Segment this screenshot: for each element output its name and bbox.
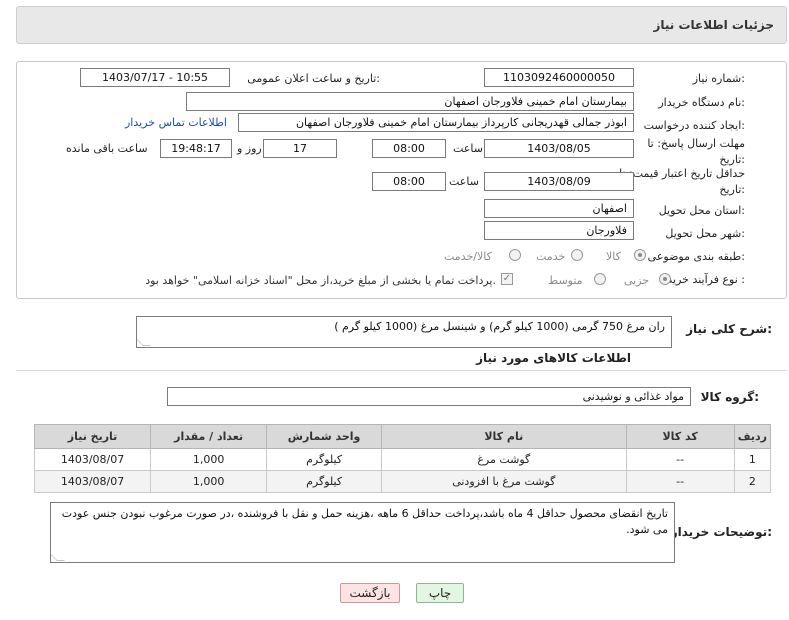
goods-table-header: ردیف کد کالا نام کالا واحد شمارش تعداد /… xyxy=(33,424,772,449)
row-index: 2 xyxy=(733,470,772,493)
city-field[interactable]: فلاورجان xyxy=(484,221,634,240)
category-service-label: خدمت xyxy=(536,250,566,263)
category-goods-radio[interactable] xyxy=(634,249,646,261)
description-textarea[interactable]: ران مرغ 750 گرمی (1000 کیلو گرم) و شینسل… xyxy=(136,316,672,348)
buyer-notes-label: توضیحات خریدار: xyxy=(670,525,772,539)
buyer-notes-text: تاریخ انقضای محصول حداقل 4 ماه باشد،پردا… xyxy=(61,507,668,536)
category-both-label: کالا/خدمت xyxy=(444,250,492,263)
buyer-org-label: نام دستگاه خریدار: xyxy=(658,96,745,109)
deadline-time-field[interactable]: 08:00 xyxy=(372,139,446,158)
process-minor-radio[interactable] xyxy=(659,273,671,285)
description-text: ران مرغ 750 گرمی (1000 کیلو گرم) و شینسل… xyxy=(334,320,665,333)
goods-group-label: گروه کالا: xyxy=(700,390,759,404)
col-code: کد کالا xyxy=(625,424,735,449)
row-date: 1403/08/07 xyxy=(33,470,152,493)
validity-time-field[interactable]: 08:00 xyxy=(372,172,446,191)
row-qty: 1,000 xyxy=(150,448,268,471)
process-minor-label: جزیی xyxy=(624,274,650,287)
col-date: تاریخ نیاز xyxy=(33,424,152,449)
back-button[interactable]: بازگشت xyxy=(340,583,400,603)
need-number-label: شماره نیاز: xyxy=(692,72,745,85)
row-unit: کیلوگرم xyxy=(266,448,383,471)
process-label: نوع فرآیند خرید : xyxy=(667,273,745,286)
col-unit: واحد شمارش xyxy=(266,424,383,449)
remaining-label: ساعت باقی مانده xyxy=(66,142,148,155)
days-field[interactable]: 17 xyxy=(263,139,337,158)
validity-time-label: ساعت xyxy=(449,175,479,188)
buyer-org-field[interactable]: بیمارستان امام خمینی فلاورجان اصفهان xyxy=(186,92,634,111)
category-goods-label: کالا xyxy=(606,250,621,263)
description-label: شرح کلی نیاز: xyxy=(686,322,772,336)
validity-date-field[interactable]: 1403/08/09 xyxy=(484,172,634,191)
section-divider xyxy=(16,370,787,371)
page-title: جزئیات اطلاعات نیاز xyxy=(653,18,774,32)
category-label: طبقه بندی موضوعی: xyxy=(647,250,745,263)
table-row[interactable]: 2 -- گوشت مرغ با افزودنی کیلوگرم 1,000 1… xyxy=(33,470,772,493)
category-service-radio[interactable] xyxy=(571,249,583,261)
requester-label: ایجاد کننده درخواست: xyxy=(643,119,745,132)
resize-grip-icon[interactable] xyxy=(137,338,151,346)
treasury-payment-checkbox[interactable]: ✓ xyxy=(501,273,513,285)
row-code: -- xyxy=(625,470,735,493)
validity-label: حداقل تاریخ اعتبار قیمت: تا تاریخ: xyxy=(619,167,745,196)
row-code: -- xyxy=(625,448,735,471)
col-row: ردیف xyxy=(733,424,772,449)
row-date: 1403/08/07 xyxy=(33,448,152,471)
announce-date-field[interactable]: 1403/07/17 - 10:55 xyxy=(80,68,230,87)
requester-field[interactable]: ابوذر جمالی قهدریجانی کارپرداز بیمارستان… xyxy=(238,113,634,132)
row-name: گوشت مرغ xyxy=(381,448,627,471)
announce-date-label: تاریخ و ساعت اعلان عمومی: xyxy=(247,72,380,85)
row-index: 1 xyxy=(733,448,772,471)
row-name: گوشت مرغ با افزودنی xyxy=(381,470,627,493)
buyer-notes-textarea[interactable]: تاریخ انقضای محصول حداقل 4 ماه باشد،پردا… xyxy=(50,502,675,563)
page-header: جزئیات اطلاعات نیاز xyxy=(16,6,787,44)
days-label: روز و xyxy=(237,142,262,155)
treasury-payment-note: پرداخت تمام یا بخشی از مبلغ خرید،از محل … xyxy=(145,274,496,287)
col-name: نام کالا xyxy=(381,424,627,449)
deadline-date-field[interactable]: 1403/08/05 xyxy=(484,139,634,158)
resize-grip-icon[interactable] xyxy=(51,553,65,561)
goods-section-title: اطلاعات کالاهای مورد نیاز xyxy=(476,351,631,365)
process-medium-radio[interactable] xyxy=(594,273,606,285)
category-both-radio[interactable] xyxy=(509,249,521,261)
row-qty: 1,000 xyxy=(150,470,268,493)
deadline-label: مهلت ارسال پاسخ: تا تاریخ: xyxy=(647,137,745,166)
province-label: استان محل تحویل: xyxy=(658,204,745,217)
goods-table: ردیف کد کالا نام کالا واحد شمارش تعداد /… xyxy=(33,424,772,493)
city-label: شهر محل تحویل: xyxy=(665,227,745,240)
goods-group-field[interactable]: مواد غذائی و نوشیدنی xyxy=(167,387,691,406)
row-unit: کیلوگرم xyxy=(266,470,383,493)
table-row[interactable]: 1 -- گوشت مرغ کیلوگرم 1,000 1403/08/07 xyxy=(33,448,772,471)
remaining-time-field[interactable]: 19:48:17 xyxy=(160,139,232,158)
col-qty: تعداد / مقدار xyxy=(150,424,268,449)
print-button[interactable]: چاپ xyxy=(416,583,464,603)
buyer-contact-link[interactable]: اطلاعات تماس خریدار xyxy=(125,116,227,129)
process-medium-label: متوسط xyxy=(548,274,583,287)
need-number-field[interactable]: 1103092460000050 xyxy=(484,68,634,87)
deadline-time-label: ساعت xyxy=(453,142,483,155)
province-field[interactable]: اصفهان xyxy=(484,199,634,218)
